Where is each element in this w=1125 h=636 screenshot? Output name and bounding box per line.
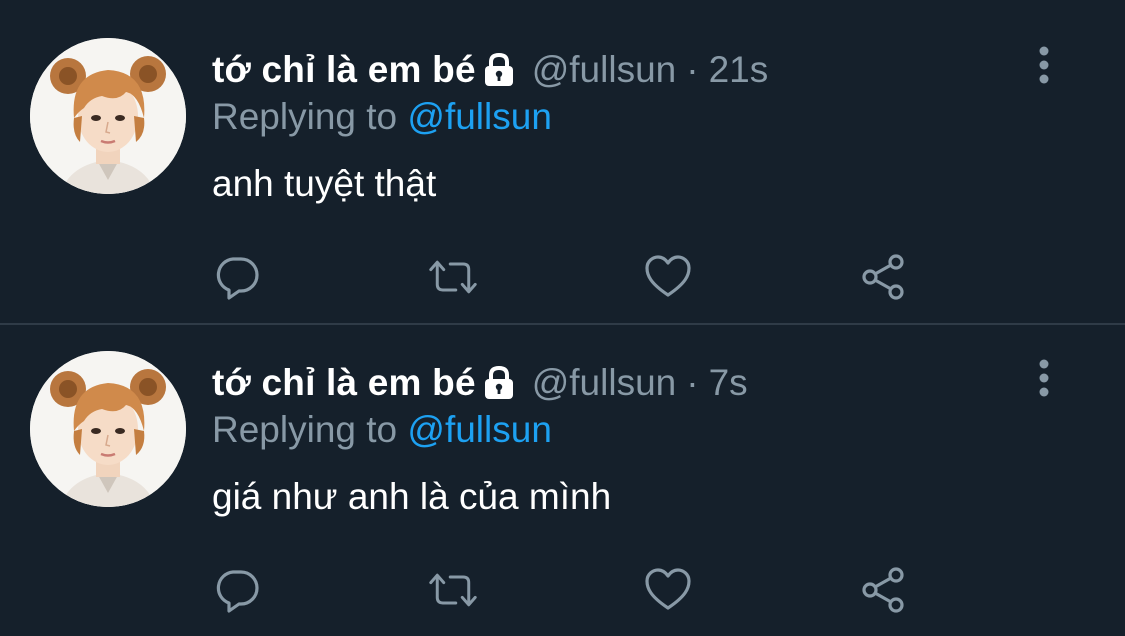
like-icon[interactable] [643, 565, 693, 615]
action-bar [0, 565, 1125, 615]
retweet-icon[interactable] [428, 565, 478, 615]
tweet-text: giá như anh là của mình [212, 476, 612, 517]
tweet[interactable]: tớ chỉ là em bé @fullsun · 7s Replying t… [0, 313, 1125, 625]
avatar[interactable] [30, 38, 186, 194]
tweet-text: anh tuyệt thật [212, 163, 437, 204]
avatar[interactable] [30, 351, 186, 507]
more-icon[interactable] [1032, 357, 1056, 401]
replying-prefix: Replying to [212, 409, 398, 450]
display-name[interactable]: tớ chỉ là em bé [212, 49, 476, 91]
share-icon[interactable] [858, 252, 908, 302]
retweet-icon[interactable] [428, 252, 478, 302]
like-icon[interactable] [643, 252, 693, 302]
display-name[interactable]: tớ chỉ là em bé [212, 362, 476, 404]
mention-link[interactable]: @fullsun [407, 96, 552, 137]
reply-icon[interactable] [212, 565, 262, 615]
separator-dot: · [686, 49, 699, 90]
mention-link[interactable]: @fullsun [407, 409, 552, 450]
share-icon[interactable] [858, 565, 908, 615]
more-icon[interactable] [1032, 44, 1056, 88]
separator-dot: · [686, 362, 699, 403]
tweet[interactable]: tớ chỉ là em bé @fullsun · 21s Replying … [0, 0, 1125, 312]
replying-to: Replying to @fullsun [212, 96, 552, 138]
timestamp[interactable]: 21s [709, 49, 769, 91]
handle[interactable]: @fullsun [532, 49, 677, 91]
handle[interactable]: @fullsun [532, 362, 677, 404]
replying-to: Replying to @fullsun [212, 409, 552, 451]
lock-icon [482, 52, 516, 88]
tweet-header: tớ chỉ là em bé @fullsun · 21s [212, 48, 768, 92]
lock-icon [482, 365, 516, 401]
action-bar [0, 252, 1125, 302]
timestamp[interactable]: 7s [709, 362, 748, 404]
reply-icon[interactable] [212, 252, 262, 302]
replying-prefix: Replying to [212, 96, 398, 137]
tweet-header: tớ chỉ là em bé @fullsun · 7s [212, 361, 748, 405]
